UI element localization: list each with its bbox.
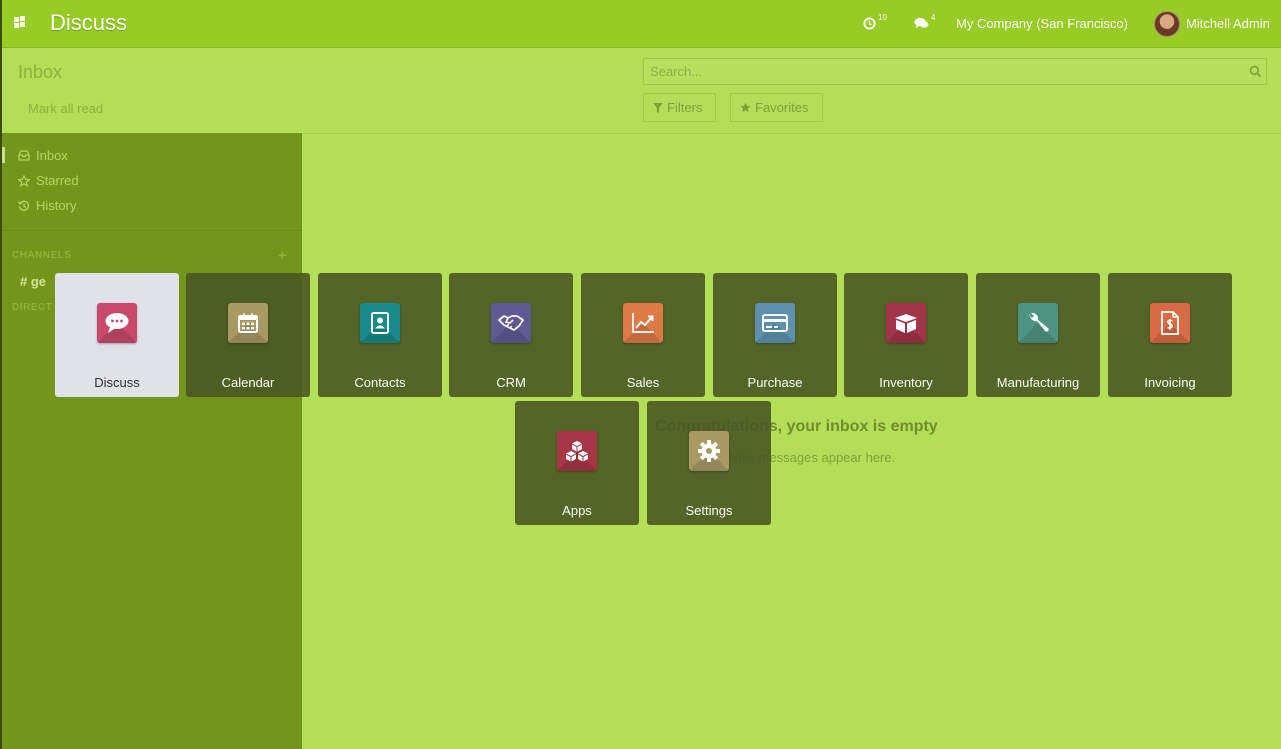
messages-count-badge: 4	[931, 13, 936, 22]
app-tile-label: CRM	[496, 375, 526, 390]
app-tile-crm[interactable]: CRM	[449, 273, 573, 397]
channel-item-general[interactable]: # ge	[20, 274, 46, 289]
wrench-icon	[1018, 303, 1058, 343]
app-switcher-icon[interactable]	[14, 16, 28, 30]
filters-label: Filters	[667, 100, 703, 115]
app-tile-calendar[interactable]: Calendar	[186, 273, 310, 397]
messages-menu[interactable]: 4	[914, 0, 935, 47]
user-menu[interactable]: Mitchell Admin	[1154, 0, 1270, 47]
app-tile-label: Contacts	[354, 375, 406, 390]
star-icon	[740, 102, 751, 113]
app-tile-label: Purchase	[747, 375, 803, 390]
app-tile-invoicing[interactable]: Invoicing	[1108, 273, 1232, 397]
discuss-sidebar: Inbox Starred History CHANNELS + # ge DI…	[2, 133, 302, 749]
credit-card-icon	[755, 303, 795, 343]
mark-all-read-button[interactable]: Mark all read	[18, 98, 113, 119]
cubes-icon	[557, 431, 597, 471]
invoice-icon	[1150, 303, 1190, 343]
search-icon[interactable]	[1249, 65, 1262, 78]
sidebar-item-starred[interactable]: Starred	[18, 173, 79, 188]
handshake-icon	[491, 303, 531, 343]
add-channel-icon[interactable]: +	[278, 247, 286, 263]
address-book-icon	[360, 303, 400, 343]
star-icon	[18, 174, 30, 187]
search-bar	[643, 58, 1267, 85]
company-switcher[interactable]: My Company (San Francisco)	[956, 0, 1128, 47]
gear-icon	[689, 431, 729, 471]
trend-chart-icon	[623, 303, 663, 343]
activity-menu[interactable]: 10	[863, 0, 887, 47]
sidebar-item-history[interactable]: History	[18, 198, 76, 213]
app-tile-sales[interactable]: Sales	[581, 273, 705, 397]
comments-icon	[914, 17, 929, 29]
chat-bubble-icon	[97, 303, 137, 343]
app-tile-purchase[interactable]: Purchase	[713, 273, 837, 397]
history-icon	[18, 200, 30, 211]
app-tile-contacts[interactable]: Contacts	[318, 273, 442, 397]
control-panel: Inbox Mark all read Filters Favorites	[2, 48, 1281, 134]
channel-label: ge	[30, 274, 47, 289]
filter-icon	[653, 102, 663, 113]
sidebar-item-label: Starred	[36, 173, 79, 188]
app-tile-apps[interactable]: Apps	[515, 401, 639, 525]
breadcrumb: Inbox	[18, 62, 63, 82]
search-input[interactable]	[644, 59, 1236, 84]
app-tile-discuss[interactable]: Discuss	[55, 273, 179, 397]
app-tile-label: Calendar	[221, 375, 275, 390]
user-name: Mitchell Admin	[1186, 16, 1270, 31]
channels-header[interactable]: CHANNELS	[12, 250, 72, 261]
app-tile-label: Manufacturing	[996, 375, 1080, 390]
app-tile-label: Inventory	[879, 375, 933, 390]
top-navbar: Discuss 10 4 My Company (San Francisco) …	[2, 0, 1281, 48]
favorites-button[interactable]: Favorites	[730, 93, 823, 122]
app-title: Discuss	[50, 10, 128, 35]
clock-icon	[863, 17, 876, 30]
sidebar-item-label: Inbox	[36, 148, 68, 163]
app-tile-inventory[interactable]: Inventory	[844, 273, 968, 397]
app-tile-label: Sales	[626, 375, 660, 390]
app-tile-label: Invoicing	[1144, 375, 1196, 390]
app-tile-settings[interactable]: Settings	[647, 401, 771, 525]
filters-button[interactable]: Filters	[643, 93, 716, 122]
inbox-icon	[18, 150, 30, 161]
box-icon	[886, 303, 926, 343]
sidebar-item-inbox[interactable]: Inbox	[18, 148, 68, 163]
app-tile-label: Apps	[562, 503, 592, 518]
calendar-icon	[228, 303, 268, 343]
direct-messages-header[interactable]: DIRECT	[12, 302, 52, 313]
favorites-label: Favorites	[755, 100, 809, 115]
activity-count-badge: 10	[878, 13, 887, 22]
app-tile-manufacturing[interactable]: Manufacturing	[976, 273, 1100, 397]
app-tile-label: Settings	[685, 503, 733, 518]
active-indicator	[2, 147, 5, 163]
sidebar-divider	[2, 230, 302, 231]
avatar	[1154, 10, 1180, 37]
app-tile-label: Discuss	[94, 375, 140, 390]
sidebar-item-label: History	[36, 198, 77, 213]
